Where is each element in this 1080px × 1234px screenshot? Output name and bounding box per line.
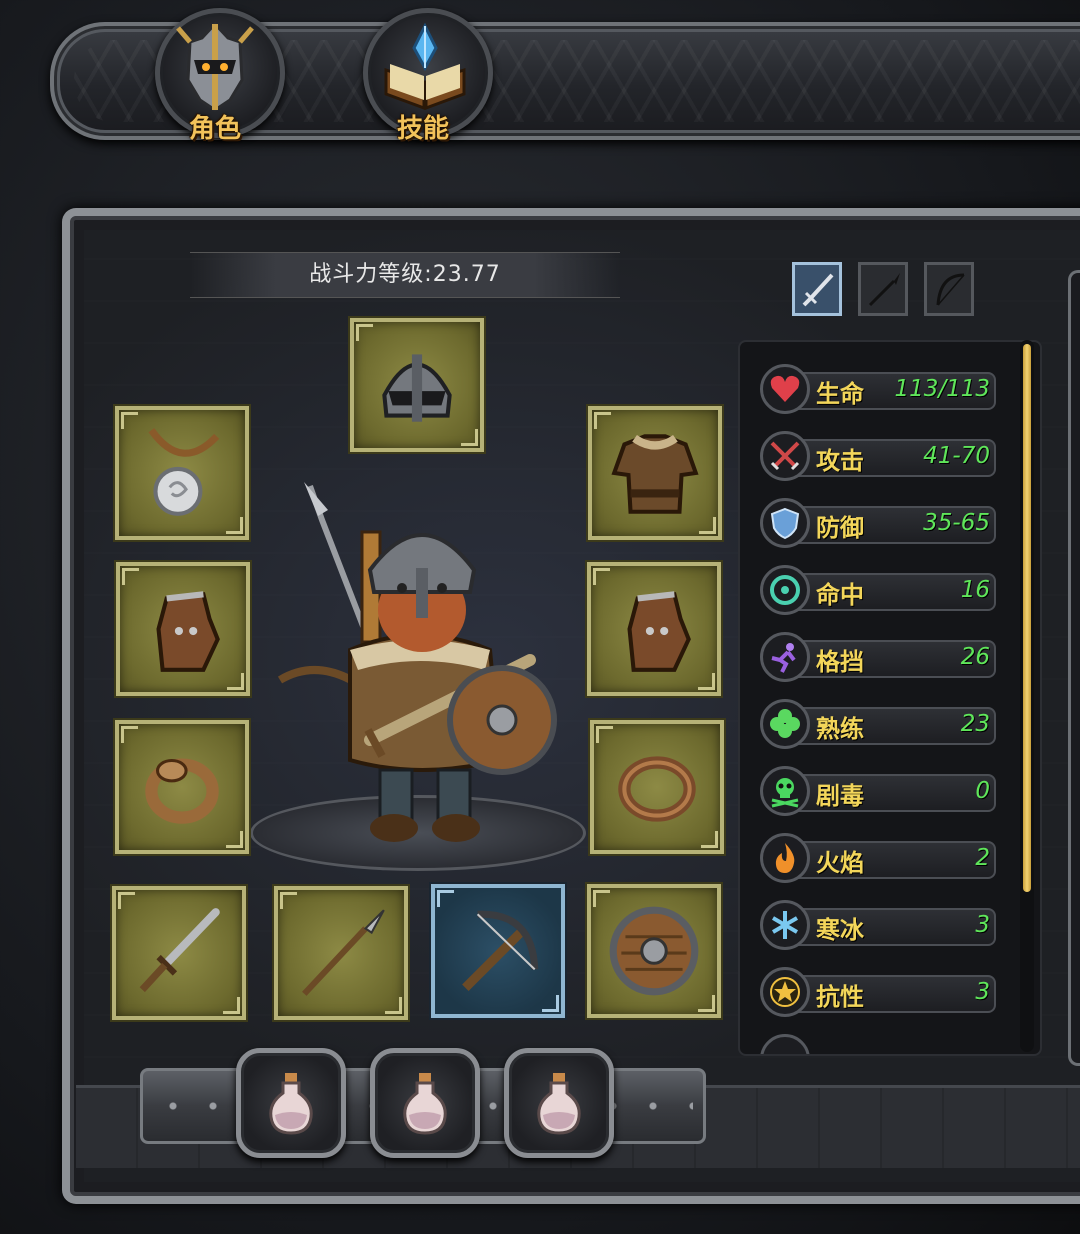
- stat-value: 16: [960, 577, 990, 603]
- stat-name: 寒冰: [816, 916, 864, 944]
- stat-row-block: 格挡 26: [760, 632, 998, 682]
- heart-icon: [760, 364, 810, 414]
- crossbow-item-icon: [462, 910, 539, 991]
- stat-name: 防御: [816, 514, 864, 542]
- stat-value: 41-70: [923, 443, 990, 469]
- helmet-slot[interactable]: [350, 318, 484, 452]
- potion-slot-1[interactable]: [236, 1048, 346, 1158]
- character-portrait: [277, 482, 557, 842]
- helmet-item-icon: [382, 354, 452, 422]
- flame-icon: [760, 833, 810, 883]
- stat-value: 2: [975, 845, 990, 871]
- combat-power-level: 战斗力等级:23.77: [190, 252, 620, 298]
- stat-value: 0: [975, 778, 990, 804]
- potion-slot-2[interactable]: [370, 1048, 480, 1158]
- stat-value: 3: [975, 979, 990, 1005]
- stat-name: 生命: [816, 380, 864, 408]
- potion-flask-icon: [403, 1073, 447, 1135]
- crossbow-slot[interactable]: [431, 884, 565, 1018]
- spear-slot[interactable]: [274, 886, 408, 1020]
- star-icon: [760, 967, 810, 1017]
- stat-value: 113/113: [894, 376, 990, 402]
- amulet-item-icon: [148, 428, 220, 516]
- dodge-icon: [760, 632, 810, 682]
- spellbook-icon: [384, 22, 466, 111]
- stat-row-proficiency: 熟练 23: [760, 699, 998, 749]
- potion-flask-icon: [537, 1073, 581, 1135]
- helmet-icon: [176, 21, 254, 112]
- stat-row-poison: 剧毒 0: [760, 766, 998, 816]
- glove-item-icon: [156, 591, 220, 672]
- stat-name: 剧毒: [816, 782, 864, 810]
- stat-row-resistance: 抗性 3: [760, 967, 998, 1017]
- snowflake-icon: [760, 900, 810, 950]
- spear-icon: [868, 273, 900, 307]
- stat-row-defense: 防御 35-65: [760, 498, 998, 548]
- weapon-tab-spear[interactable]: [858, 262, 908, 316]
- amulet-slot[interactable]: [115, 406, 249, 540]
- stat-name: 命中: [816, 581, 864, 609]
- stats-panel[interactable]: 生命 113/113 攻击 41-70 防御 35-65 命中 16 格挡 26: [738, 340, 1042, 1056]
- side-panel-edge: [1068, 270, 1080, 1066]
- tab-character-label: 角色: [188, 114, 241, 144]
- sword-icon: [802, 273, 834, 307]
- stat-name: 火焰: [816, 849, 864, 877]
- tab-skills[interactable]: 技能: [358, 8, 493, 148]
- shield-slot[interactable]: [587, 884, 721, 1018]
- right-glove-slot[interactable]: [587, 562, 721, 696]
- armor-slot[interactable]: [588, 406, 722, 540]
- stats-scrollbar[interactable]: [1020, 340, 1034, 1052]
- stat-value: 35-65: [923, 510, 990, 536]
- stat-value: 3: [975, 912, 990, 938]
- stat-value: 23: [960, 711, 990, 737]
- left-ring-slot[interactable]: [115, 720, 249, 854]
- stat-row-partial: [760, 1034, 998, 1054]
- shield-icon: [760, 498, 810, 548]
- spear-item-icon: [302, 909, 385, 996]
- bow-icon: [936, 273, 965, 306]
- tab-skills-label: 技能: [396, 114, 449, 144]
- left-glove-slot[interactable]: [116, 562, 250, 696]
- right-ring-slot[interactable]: [590, 720, 724, 854]
- stat-name: 熟练: [816, 715, 864, 743]
- ring-item-icon: [618, 756, 696, 822]
- target-icon: [760, 565, 810, 615]
- tab-character[interactable]: 角色: [150, 8, 285, 148]
- stat-row-fire: 火焰 2: [760, 833, 998, 883]
- sword-slot[interactable]: [112, 886, 246, 1020]
- stat-row-health: 生命 113/113: [760, 364, 998, 414]
- stat-value: 26: [960, 644, 990, 670]
- potion-slot-3[interactable]: [504, 1048, 614, 1158]
- weapon-tab-sword[interactable]: [792, 262, 842, 316]
- stat-name: 格挡: [816, 648, 864, 676]
- stat-name: 抗性: [816, 983, 864, 1011]
- glove-item-icon: [627, 591, 691, 672]
- ring-item-icon: [145, 758, 219, 824]
- potion-flask-icon: [269, 1073, 313, 1135]
- armor-item-icon: [611, 434, 699, 514]
- clover-icon: [760, 699, 810, 749]
- stat-row-attack: 攻击 41-70: [760, 431, 998, 481]
- sword-item-icon: [139, 908, 220, 993]
- stat-row-ice: 寒冰 3: [760, 900, 998, 950]
- stat-name: 攻击: [816, 447, 864, 475]
- stat-icon-partial: [760, 1034, 810, 1054]
- stat-row-accuracy: 命中 16: [760, 565, 998, 615]
- skull-icon: [760, 766, 810, 816]
- crossed-swords-icon: [760, 431, 810, 481]
- weapon-tab-bow[interactable]: [924, 262, 974, 316]
- shield-item-icon: [609, 906, 699, 996]
- stats-scrollbar-thumb[interactable]: [1023, 344, 1031, 892]
